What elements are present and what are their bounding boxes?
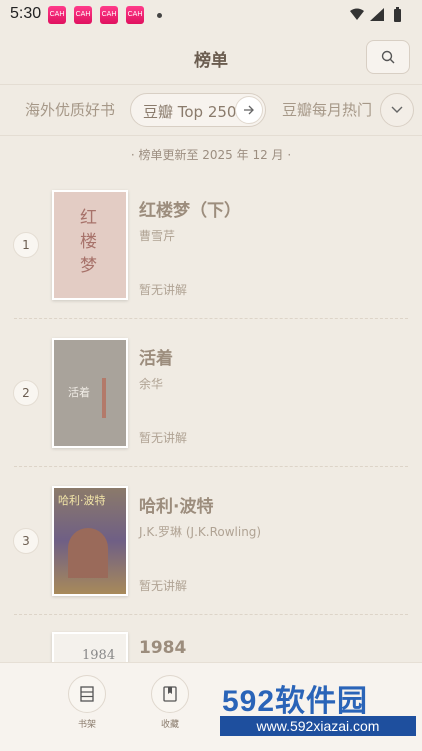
rank-badge: 2: [13, 380, 39, 406]
rank-badge: 3: [13, 528, 39, 554]
update-note: · 榜单更新至 2025 年 12 月 ·: [130, 148, 292, 162]
tab-label: 豆瓣 Top 250: [143, 103, 237, 121]
watermark-url: www.592xiazai.com: [220, 716, 416, 736]
book-cover: 哈利·波特: [52, 486, 128, 596]
book-title: 活着: [139, 349, 173, 369]
status-bar: 5:30 CAH CAH CAH CAH: [0, 0, 422, 30]
search-icon: [381, 50, 395, 64]
nav-label: 书架: [77, 720, 96, 730]
tab-douban-monthly[interactable]: 豆瓣每月热门: [282, 99, 372, 120]
list-item[interactable]: 2 活着 活着 余华 暂无讲解: [0, 320, 422, 468]
cover-illustration: [68, 528, 108, 578]
list-item[interactable]: 3 哈利·波特 哈利·波特 J.K.罗琳 (J.K.Rowling) 暂无讲解: [0, 468, 422, 616]
book-title: 哈利·波特: [139, 497, 214, 517]
more-notifications-dot: [157, 13, 162, 18]
divider: [14, 614, 408, 615]
book-cover: 红楼梦: [52, 190, 128, 300]
tab-overseas[interactable]: 海外优质好书: [25, 99, 115, 120]
header: 榜单: [0, 30, 422, 84]
app-notification-icon: CAH: [48, 6, 66, 24]
rank-badge: 1: [13, 232, 39, 258]
app-notification-icon: CAH: [100, 6, 118, 24]
app-notification-icon: CAH: [126, 6, 144, 24]
watermark-brand: 592软件园: [222, 685, 369, 718]
expand-tabs-button[interactable]: [380, 93, 414, 127]
book-note: 暂无讲解: [139, 283, 188, 297]
divider: [14, 466, 408, 467]
system-icons: [348, 7, 410, 27]
nav-label: 收藏: [160, 720, 179, 730]
tab-douban-top250[interactable]: 豆瓣 Top 250: [130, 93, 266, 127]
battery-icon: [394, 9, 401, 22]
page-title: 榜单: [194, 51, 228, 71]
nav-favorites[interactable]: 收藏: [150, 675, 190, 730]
book-author: 余华: [139, 377, 164, 391]
list-item[interactable]: 1 红楼梦 红楼梦（下） 曹雪芹 暂无讲解: [0, 172, 422, 320]
app-notification-icon: CAH: [74, 6, 92, 24]
bookmark-icon: [151, 675, 189, 713]
book-cover: 1984: [52, 632, 128, 662]
bookshelf-icon: [68, 675, 106, 713]
book-cover: 活着: [52, 338, 128, 448]
wifi-icon: [350, 8, 364, 20]
book-note: 暂无讲解: [139, 579, 188, 593]
cover-text: 1984: [82, 648, 116, 662]
list-item[interactable]: 1984 1984: [0, 616, 422, 662]
chevron-down-icon: [391, 106, 403, 113]
cover-decoration: [102, 378, 106, 418]
divider: [14, 318, 408, 319]
status-time: 5:30: [10, 5, 42, 22]
arrow-right-icon[interactable]: [235, 96, 263, 124]
book-title: 1984: [139, 638, 187, 658]
book-author: 曹雪芹: [139, 229, 176, 243]
cover-text: 活着: [68, 386, 90, 399]
book-title: 红楼梦（下）: [139, 201, 241, 221]
search-button[interactable]: [366, 40, 410, 74]
signal-icon: [370, 8, 384, 21]
category-tabs: 海外优质好书 豆瓣 Top 250 豆瓣每月热门: [0, 84, 422, 136]
book-note: 暂无讲解: [139, 431, 188, 445]
book-author: J.K.罗琳 (J.K.Rowling): [139, 525, 262, 539]
cover-text: 哈利·波特: [58, 494, 106, 507]
watermark-logo: 592软件园 www.592xiazai.com: [218, 672, 418, 742]
cover-text: 红楼梦: [80, 208, 97, 276]
nav-bookshelf[interactable]: 书架: [67, 675, 107, 730]
